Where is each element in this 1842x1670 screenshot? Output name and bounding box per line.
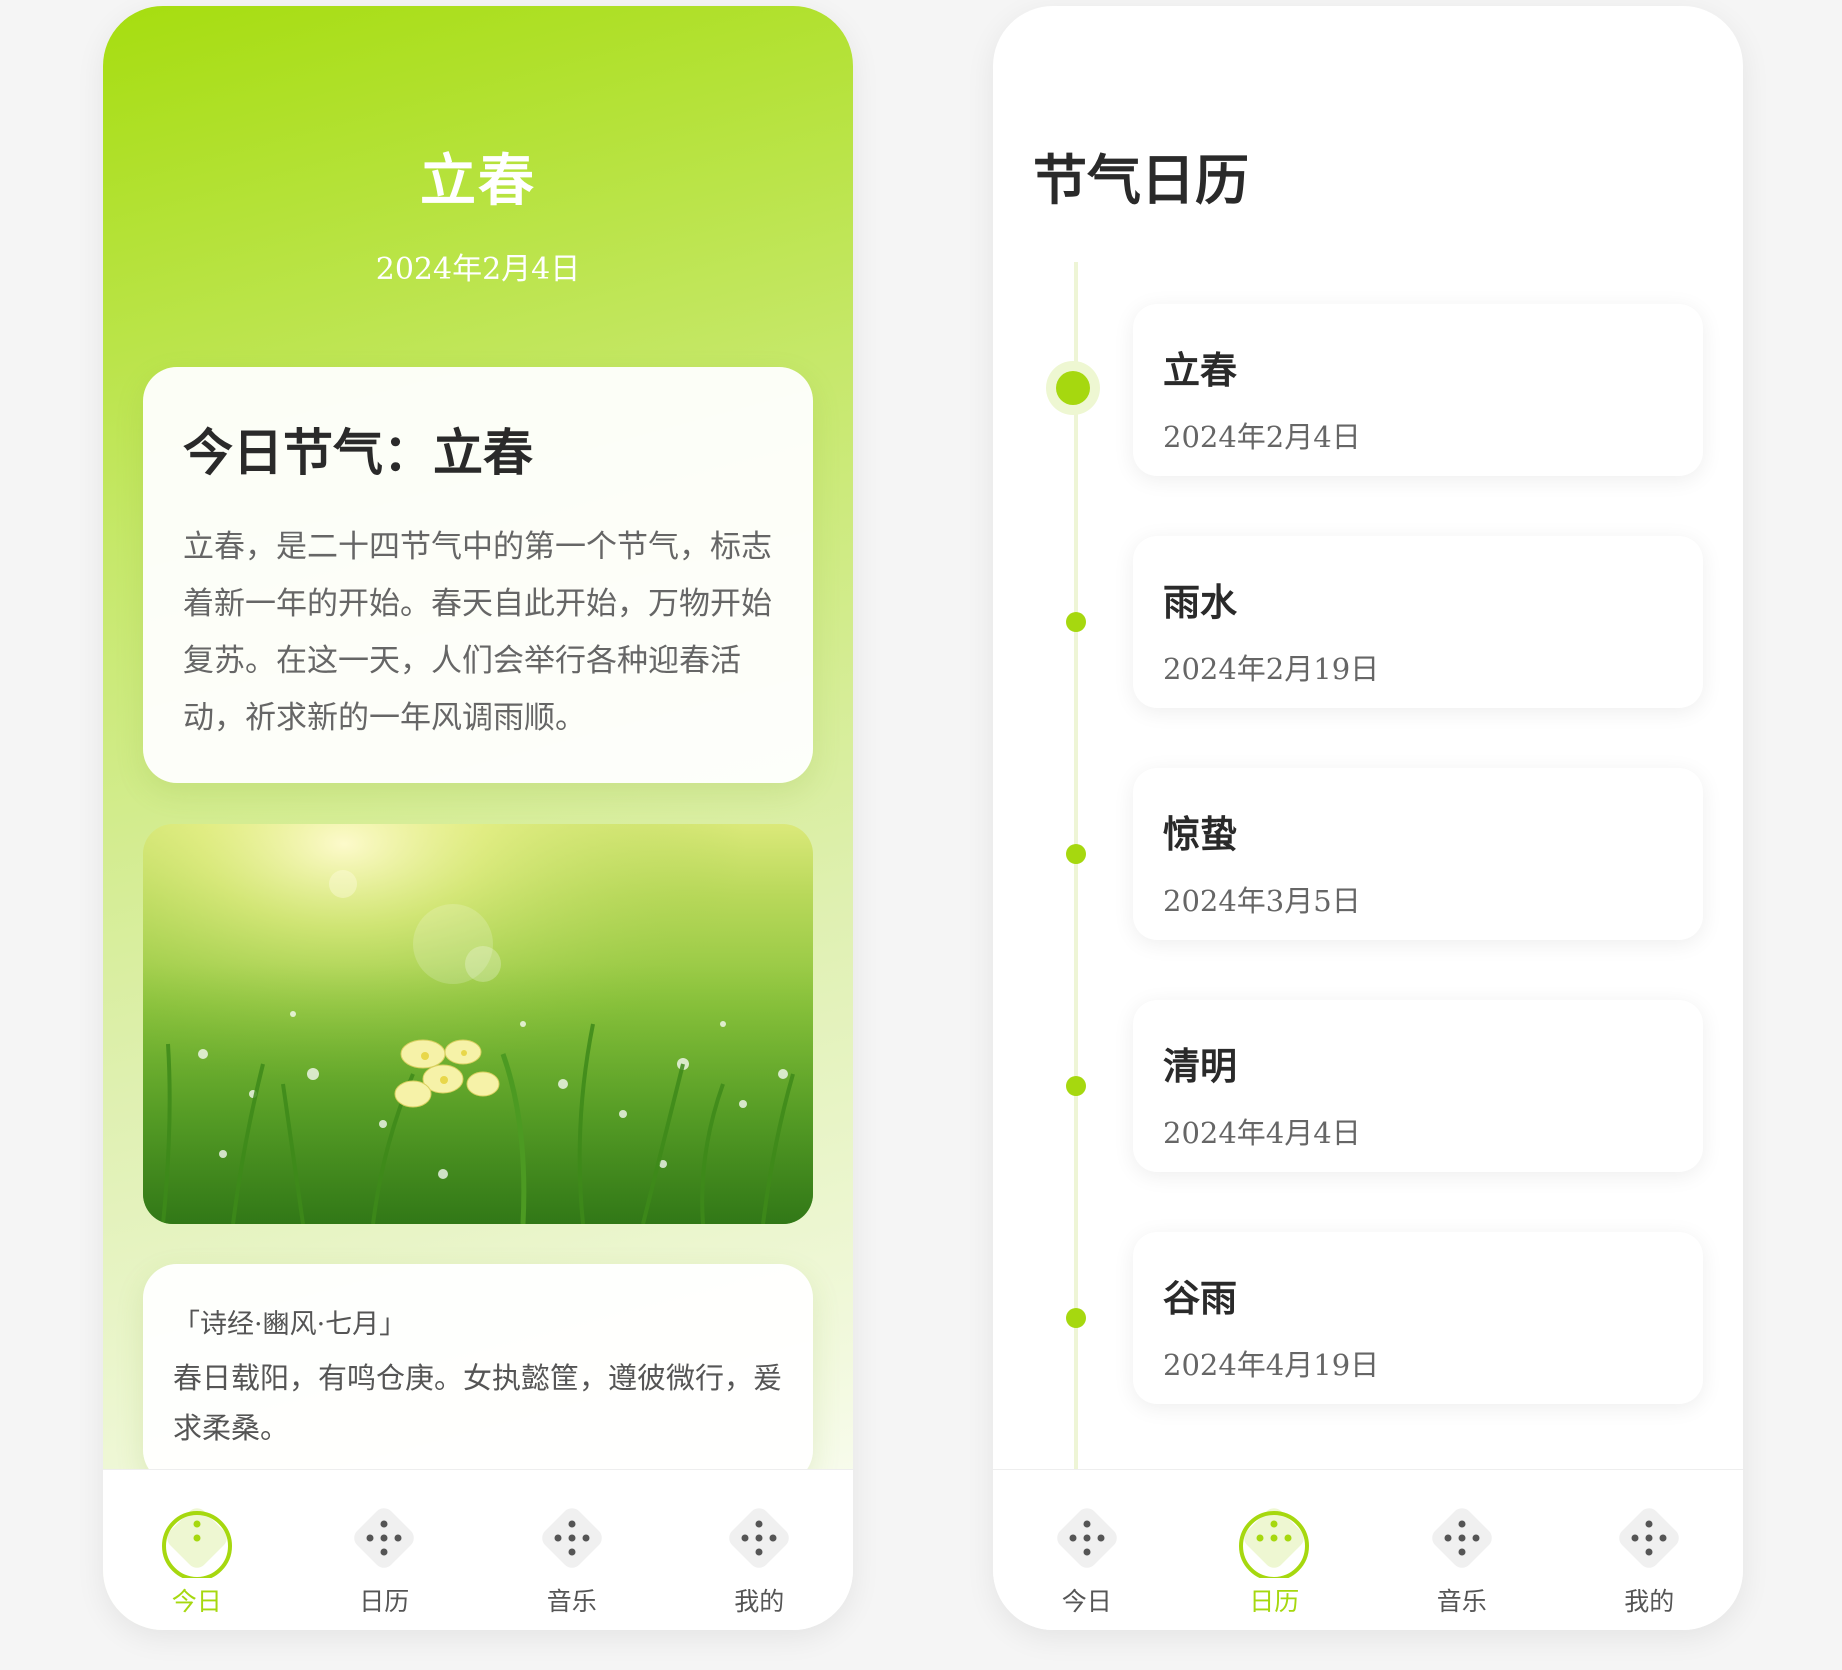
term-date: 2024年2月19日: [1163, 652, 1380, 686]
tab-label: 音乐: [1436, 1587, 1487, 1616]
poem-source: 「诗经·豳风·七月」: [173, 1309, 407, 1340]
tab-today[interactable]: 今日: [103, 1470, 291, 1630]
timeline-dot: [1066, 1076, 1086, 1096]
timeline-item[interactable]: 谷雨 2024年4月19日: [1133, 1232, 1703, 1404]
timeline-dot-current: [1056, 371, 1090, 405]
tab-bar: 今日 日历 音乐 我的: [993, 1469, 1743, 1630]
timeline-item[interactable]: 惊蛰 2024年3月5日: [1133, 768, 1703, 940]
dots-icon: [1056, 1508, 1117, 1568]
tab-music[interactable]: 音乐: [1368, 1470, 1556, 1630]
tab-label: 今日: [171, 1587, 222, 1616]
dots-icon: [1431, 1508, 1492, 1568]
today-screen: 立春 2024年2月4日 今日节气：立春 立春，是二十四节气中的第一个节气，标志…: [103, 6, 853, 1630]
timeline-dot: [1066, 844, 1086, 864]
page-title: 节气日历: [1033, 148, 1249, 212]
tab-profile[interactable]: 我的: [1556, 1470, 1744, 1630]
timeline-dot: [1066, 1308, 1086, 1328]
term-date: 2024年4月19日: [1163, 1348, 1380, 1382]
term-name: 清明: [1163, 1044, 1237, 1088]
tab-today[interactable]: 今日: [993, 1470, 1181, 1630]
tab-calendar[interactable]: 日历: [1181, 1470, 1369, 1630]
intro-body: 立春，是二十四节气中的第一个节气，标志着新一年的开始。春天自此开始，万物开始复苏…: [183, 529, 772, 736]
spring-photo: [143, 824, 813, 1224]
timeline-item[interactable]: 立春 2024年2月4日: [1133, 304, 1703, 476]
poem-card: 「诗经·豳风·七月」 春日载阳，有鸣仓庚。女执懿筐，遵彼微行，爰求柔桑。: [143, 1264, 813, 1484]
calendar-screen: 节气日历 立春 2024年2月4日 雨水 2024年2月19日 惊蛰 2024年…: [993, 6, 1743, 1630]
tab-bar: 今日 日历 音乐 我的: [103, 1469, 853, 1630]
intro-card: 今日节气：立春 立春，是二十四节气中的第一个节气，标志着新一年的开始。春天自此开…: [143, 367, 813, 783]
tab-label: 音乐: [546, 1587, 597, 1616]
term-date: 2024年3月5日: [1163, 884, 1361, 918]
solar-term-date: 2024年2月4日: [375, 252, 581, 287]
dots-icon: [541, 1508, 602, 1568]
tab-music[interactable]: 音乐: [478, 1470, 666, 1630]
tab-profile[interactable]: 我的: [666, 1470, 854, 1630]
term-name: 立春: [1163, 348, 1237, 392]
term-name: 雨水: [1163, 580, 1237, 624]
intro-title: 今日节气：立春: [183, 423, 533, 482]
tab-label: 日历: [1249, 1587, 1300, 1616]
term-name: 惊蛰: [1163, 812, 1237, 856]
dots-icon: [729, 1508, 790, 1568]
timeline-line: [1074, 262, 1078, 1472]
timeline-item[interactable]: 雨水 2024年2月19日: [1133, 536, 1703, 708]
tab-label: 今日: [1061, 1587, 1112, 1616]
dots-icon: [1239, 1508, 1310, 1578]
dots-icon: [161, 1508, 232, 1578]
dots-icon: [354, 1508, 415, 1568]
term-name: 谷雨: [1163, 1276, 1237, 1320]
solar-term-title: 立春: [420, 148, 536, 214]
tab-label: 日历: [359, 1587, 410, 1616]
tab-label: 我的: [1624, 1587, 1675, 1616]
poem-text: 春日载阳，有鸣仓庚。女执懿筐，遵彼微行，爰求柔桑。: [173, 1361, 783, 1445]
term-date: 2024年2月4日: [1163, 420, 1361, 454]
timeline-item[interactable]: 清明 2024年4月4日: [1133, 1000, 1703, 1172]
tab-label: 我的: [734, 1587, 785, 1616]
spring-grass-image: [143, 824, 813, 1224]
timeline-dot: [1066, 612, 1086, 632]
dots-icon: [1619, 1508, 1680, 1568]
tab-calendar[interactable]: 日历: [291, 1470, 479, 1630]
term-date: 2024年4月4日: [1163, 1116, 1361, 1150]
